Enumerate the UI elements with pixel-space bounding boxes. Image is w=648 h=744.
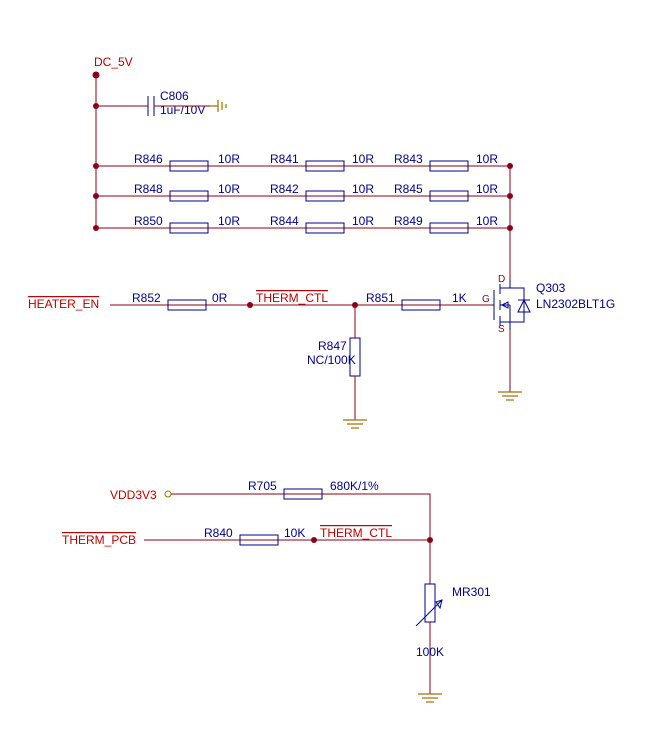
r844-ref: R844 [270, 214, 299, 228]
r847-ref: R847 [318, 339, 347, 353]
r843-val: 10R [476, 152, 498, 166]
r842-val: 10R [352, 182, 374, 196]
net-therm-ctl-lower: THERM_CTL [320, 526, 392, 540]
mosfet-q303 [480, 280, 530, 330]
r840-ref: R840 [204, 526, 233, 540]
r846-val: 10R [218, 152, 240, 166]
wire-dc5v-vert [96, 78, 134, 228]
r851-val: 1K [452, 291, 467, 305]
r850-ref: R850 [134, 214, 163, 228]
net-therm-ctl-upper: THERM_CTL [256, 291, 328, 305]
r705-ref: R705 [248, 479, 277, 493]
net-therm-pcb: THERM_PCB [62, 533, 136, 547]
q303-val: LN2302BLT1G [536, 297, 615, 311]
r849-ref: R849 [394, 214, 423, 228]
q303-pin-d: D [498, 274, 505, 285]
r850-val: 10R [218, 214, 240, 228]
power-dc5v-label: DC_5V [94, 55, 133, 69]
r840-val: 10K [284, 526, 305, 540]
power-vdd3v3-label: VDD3V3 [110, 488, 157, 502]
r847-val: NC/100K [307, 353, 356, 367]
dc5v-terminal [93, 72, 99, 78]
r848-ref: R848 [134, 182, 163, 196]
net-heater-en: HEATER_EN [28, 297, 99, 311]
schematic-canvas: DC_5V C806 1uF/10V R846 10R R841 10R [0, 0, 648, 744]
mr301-val: 100K [416, 645, 444, 659]
r852-ref: R852 [132, 291, 161, 305]
junction-dc5v-cap [93, 103, 99, 109]
q303-pin-s: S [498, 324, 505, 335]
r842-ref: R842 [270, 182, 299, 196]
r845-val: 10R [476, 182, 498, 196]
c806-ref: C806 [160, 89, 189, 103]
junction-therm-ctl-lower [311, 537, 317, 543]
r848-val: 10R [218, 182, 240, 196]
c806-val: 1uF/10V [160, 103, 205, 117]
r846-ref: R846 [134, 152, 163, 166]
gnd-mr301 [418, 694, 442, 702]
r841-val: 10R [352, 152, 374, 166]
q303-pin-g: G [482, 294, 490, 305]
r705-val: 680K/1% [330, 479, 379, 493]
r843-ref: R843 [394, 152, 423, 166]
r849-val: 10R [476, 214, 498, 228]
junction-therm-ctl [247, 302, 253, 308]
r844-val: 10R [352, 214, 374, 228]
vdd3v3-terminal [165, 491, 171, 497]
r841-ref: R841 [270, 152, 299, 166]
q303-ref: Q303 [536, 281, 566, 295]
r851-ref: R851 [366, 291, 395, 305]
r852-val: 0R [212, 291, 228, 305]
r845-ref: R845 [394, 182, 423, 196]
gnd-mosfet [498, 392, 522, 400]
thermistor-mr301 [416, 584, 442, 626]
gnd-r847 [343, 420, 367, 428]
mr301-ref: MR301 [452, 585, 491, 599]
